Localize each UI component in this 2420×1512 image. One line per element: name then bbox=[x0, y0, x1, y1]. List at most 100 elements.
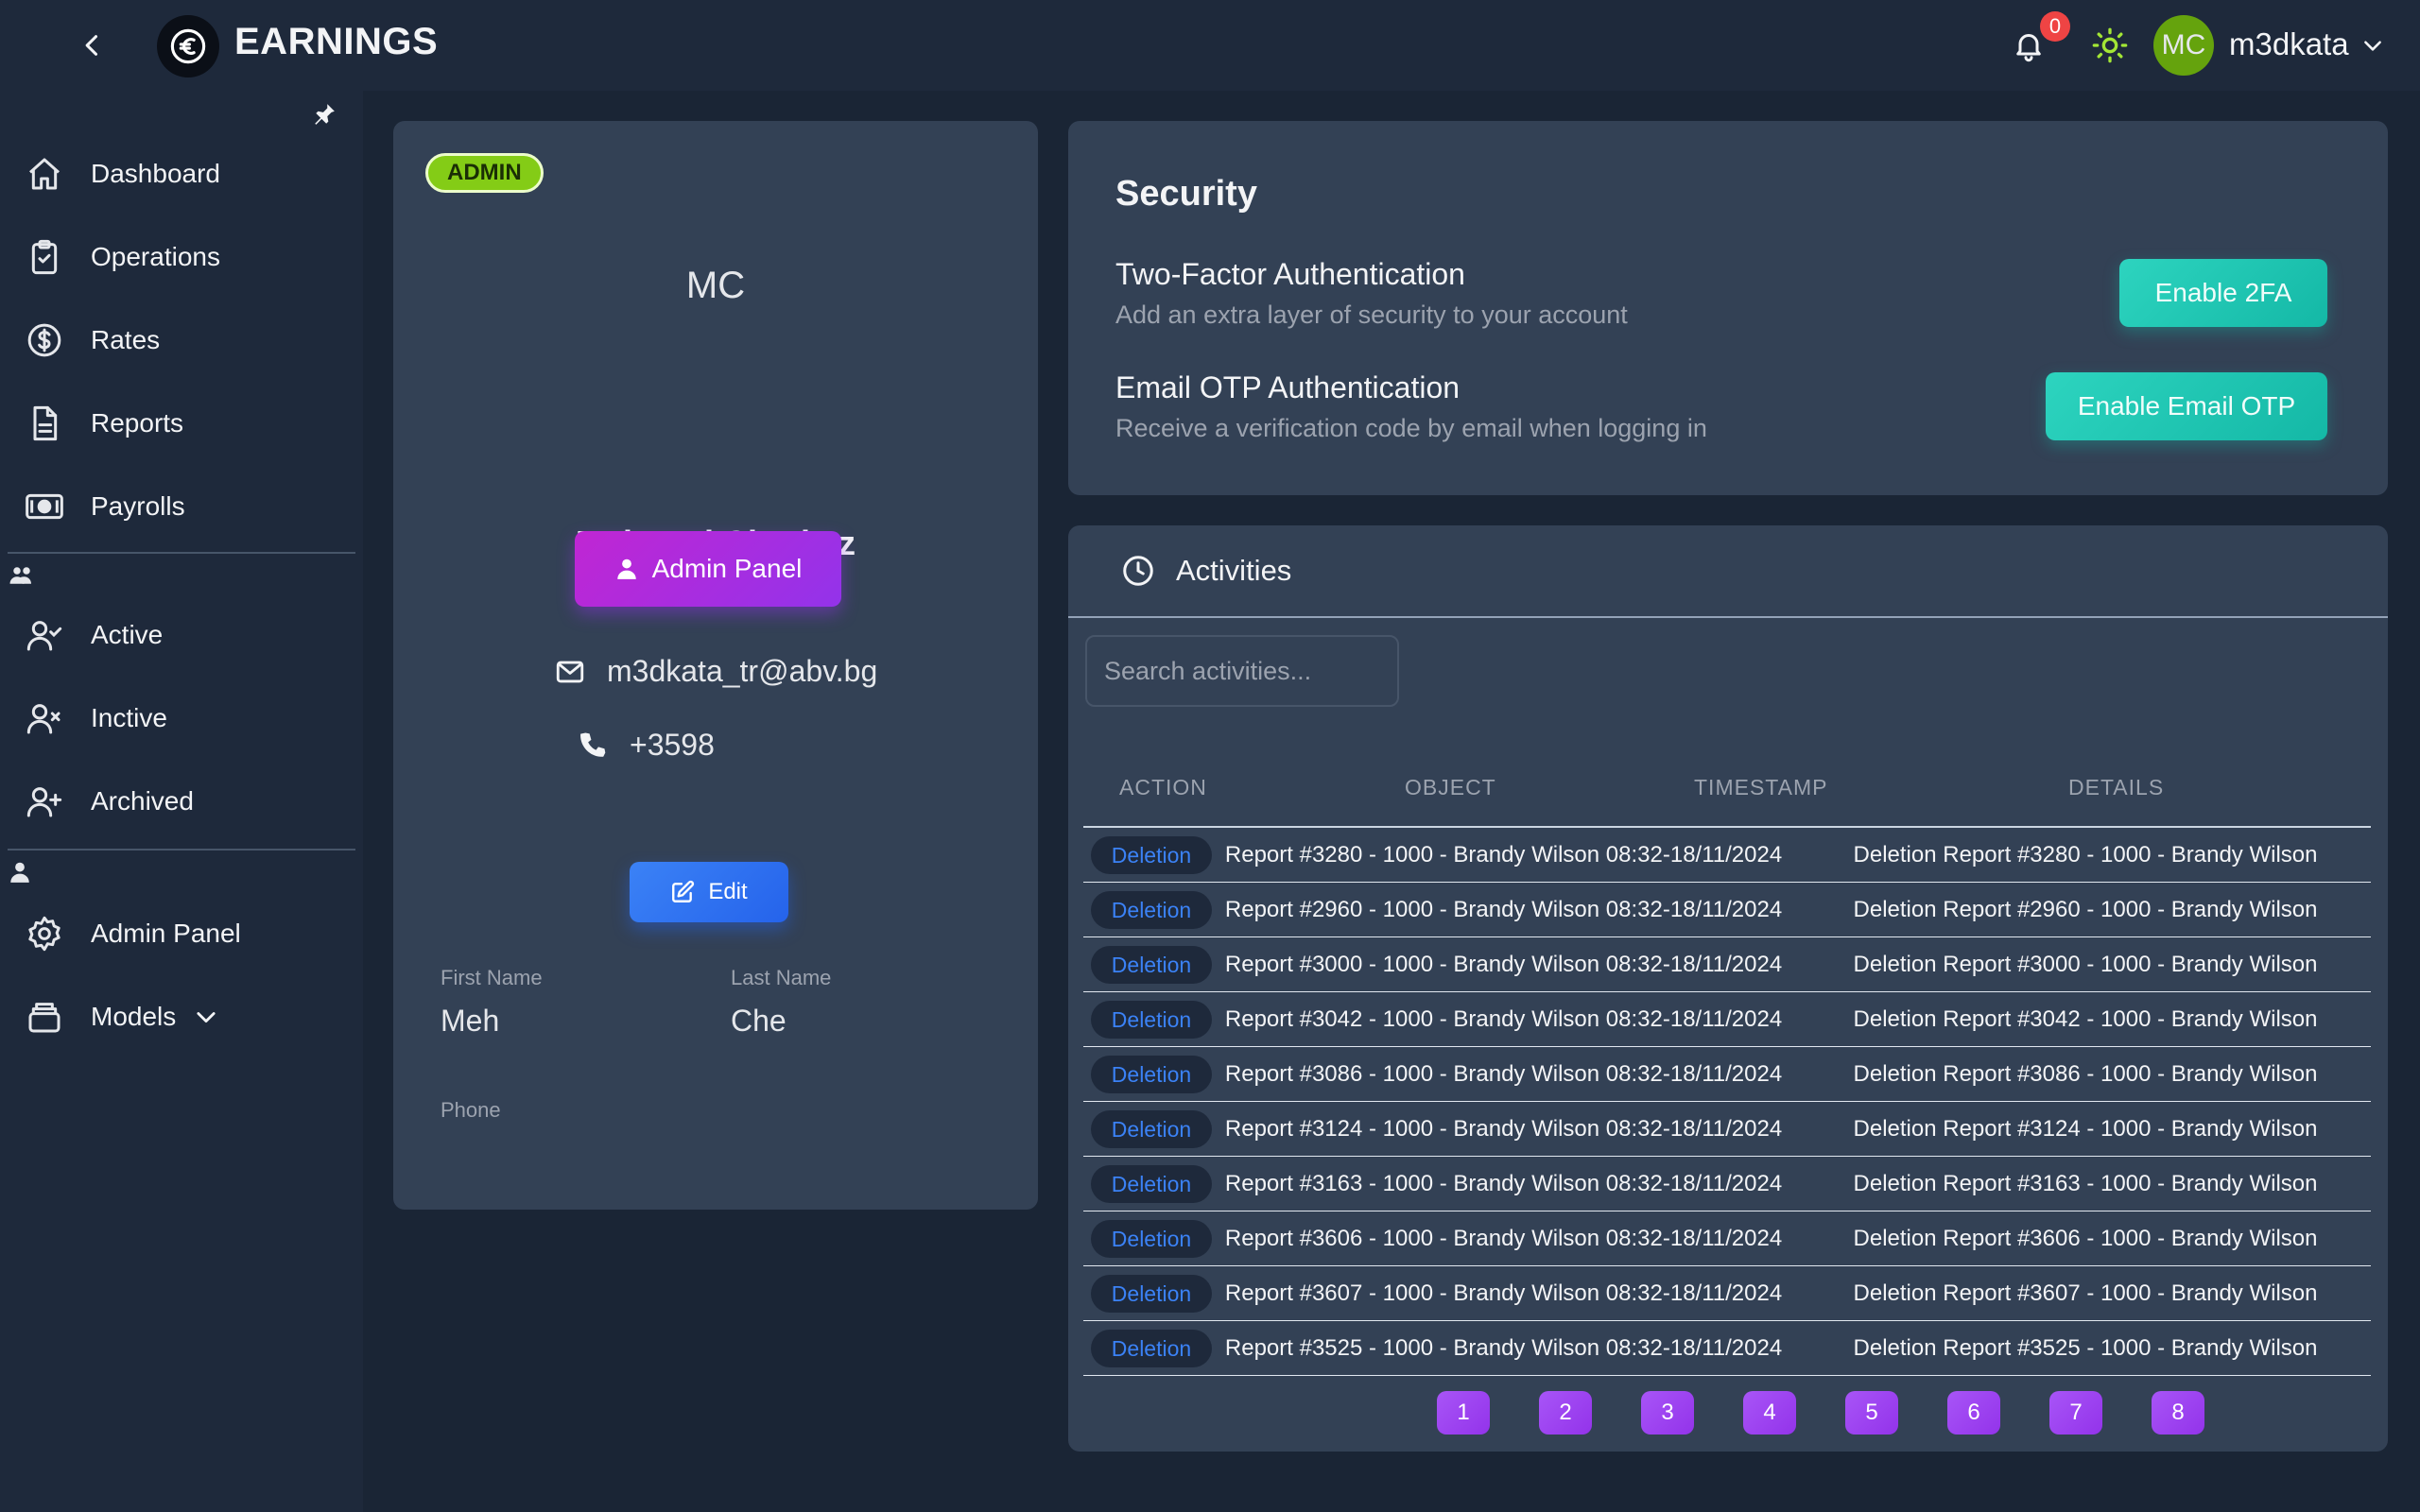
brand-logo[interactable] bbox=[157, 15, 219, 77]
table-row[interactable]: Deletion Report #3124 - 1000 - Brandy Wil… bbox=[1083, 1102, 2371, 1157]
sidebar-item-operations[interactable]: Operations bbox=[23, 229, 344, 285]
first-name-label: First Name bbox=[441, 966, 543, 989]
last-name-label: Last Name bbox=[731, 966, 832, 989]
action-badge: Deletion bbox=[1091, 1330, 1212, 1367]
user-menu-toggle[interactable] bbox=[2358, 30, 2388, 60]
table-row[interactable]: Deletion Report #3607 - 1000 - Brandy Wil… bbox=[1083, 1266, 2371, 1321]
username-label[interactable]: m3dkata bbox=[2229, 26, 2349, 62]
money-icon bbox=[23, 485, 66, 528]
phone-icon bbox=[580, 732, 606, 757]
user-icon bbox=[616, 558, 636, 579]
action-badge: Deletion bbox=[1091, 1220, 1212, 1258]
profile-initials: MC bbox=[685, 265, 746, 306]
enable-email-otp-button[interactable]: Enable Email OTP bbox=[2046, 372, 2327, 440]
details-cell: Deletion Report #3000 - 1000 - Brandy Wi… bbox=[1853, 952, 2318, 977]
phone-row: +3598 bbox=[577, 728, 715, 763]
sidebar-item-label: Reports bbox=[91, 408, 184, 438]
details-cell: Deletion Report #3163 - 1000 - Brandy Wi… bbox=[1853, 1171, 2318, 1196]
clock-icon bbox=[1121, 554, 1157, 590]
users-group-icon bbox=[8, 561, 38, 592]
sidebar-item-label: Payrolls bbox=[91, 491, 185, 521]
admin-panel-button[interactable]: Admin Panel bbox=[575, 531, 841, 607]
chevron-down-icon bbox=[193, 1004, 219, 1030]
action-cell: Deletion bbox=[1083, 1157, 1219, 1211]
profile-email: m3dkata_tr@abv.bg bbox=[607, 654, 878, 688]
top-bar: EARNINGS 0 MC m3dkata bbox=[0, 0, 2420, 91]
action-badge: Deletion bbox=[1091, 1056, 1212, 1093]
mail-icon bbox=[556, 661, 584, 682]
object-cell: Report #3163 - 1000 - Brandy Wilson bbox=[1224, 1171, 1600, 1196]
first-name-value: Meh bbox=[441, 1004, 500, 1038]
table-row[interactable]: Deletion Report #3042 - 1000 - Brandy Wil… bbox=[1083, 992, 2371, 1047]
security-title: Security bbox=[1115, 174, 1257, 214]
profile-card: ADMIN MC Mehmed Cherkez Staff Admin Pane… bbox=[393, 121, 1038, 1210]
action-badge: Deletion bbox=[1091, 1001, 1212, 1039]
sidebar-item-archived[interactable]: Archived bbox=[23, 773, 344, 830]
action-cell: Deletion bbox=[1083, 1211, 1219, 1266]
table-row[interactable]: Deletion Report #3000 - 1000 - Brandy Wil… bbox=[1083, 937, 2371, 992]
page-button[interactable]: 8 bbox=[2152, 1391, 2204, 1435]
action-badge: Deletion bbox=[1091, 891, 1212, 929]
table-row[interactable]: Deletion Report #3525 - 1000 - Brandy Wil… bbox=[1083, 1321, 2371, 1376]
phone-label: Phone bbox=[441, 1098, 501, 1122]
page-button[interactable]: 3 bbox=[1641, 1391, 1694, 1435]
action-badge: Deletion bbox=[1091, 1110, 1212, 1148]
sidebar-item-payrolls[interactable]: Payrolls bbox=[23, 478, 344, 535]
timestamp-cell: 08:32-18/11/2024 bbox=[1605, 1171, 1783, 1196]
object-cell: Report #3124 - 1000 - Brandy Wilson bbox=[1224, 1116, 1600, 1142]
details-cell: Deletion Report #3280 - 1000 - Brandy Wi… bbox=[1853, 842, 2318, 868]
object-cell: Report #3086 - 1000 - Brandy Wilson bbox=[1224, 1061, 1600, 1087]
object-cell: Report #3525 - 1000 - Brandy Wilson bbox=[1224, 1335, 1600, 1361]
action-cell: Deletion bbox=[1083, 1266, 1219, 1321]
page-button[interactable]: 4 bbox=[1743, 1391, 1796, 1435]
column-header-timestamp[interactable]: TIMESTAMP bbox=[1694, 775, 1827, 800]
back-button[interactable] bbox=[74, 26, 112, 64]
action-badge: Deletion bbox=[1091, 1275, 1212, 1313]
security-card: Security Two-Factor Authentication Add a… bbox=[1068, 121, 2388, 495]
last-name-value: Che bbox=[731, 1004, 786, 1038]
pin-sidebar-button[interactable] bbox=[312, 102, 340, 130]
table-row[interactable]: Deletion Report #3606 - 1000 - Brandy Wil… bbox=[1083, 1211, 2371, 1266]
activities-header: Activities bbox=[1068, 525, 2388, 618]
page-button[interactable]: 2 bbox=[1539, 1391, 1592, 1435]
column-header-action[interactable]: ACTION bbox=[1119, 775, 1207, 800]
theme-toggle-button[interactable] bbox=[2089, 25, 2131, 66]
sidebar-item-label: Rates bbox=[91, 325, 161, 354]
table-row[interactable]: Deletion Report #3280 - 1000 - Brandy Wil… bbox=[1083, 828, 2371, 883]
page-button[interactable]: 1 bbox=[1437, 1391, 1490, 1435]
column-header-object[interactable]: OBJECT bbox=[1405, 775, 1496, 800]
search-activities-input[interactable] bbox=[1085, 635, 1399, 707]
table-row[interactable]: Deletion Report #3086 - 1000 - Brandy Wil… bbox=[1083, 1047, 2371, 1102]
sidebar-item-active[interactable]: Active bbox=[23, 607, 344, 663]
object-cell: Report #3042 - 1000 - Brandy Wilson bbox=[1224, 1006, 1600, 1032]
page-button[interactable]: 6 bbox=[1947, 1391, 2000, 1435]
sidebar-item-reports[interactable]: Reports bbox=[23, 395, 344, 452]
user-avatar[interactable]: MC bbox=[2153, 15, 2214, 76]
euro-coin-icon bbox=[170, 28, 206, 64]
sidebar-item-label: Dashboard bbox=[91, 159, 220, 188]
sidebar-divider bbox=[8, 552, 355, 554]
page-button[interactable]: 5 bbox=[1845, 1391, 1898, 1435]
email-otp-description: Receive a verification code by email whe… bbox=[1115, 414, 1707, 442]
enable-2fa-button[interactable]: Enable 2FA bbox=[2119, 259, 2327, 327]
sidebar-item-label: Active bbox=[91, 620, 164, 649]
pin-icon bbox=[315, 104, 335, 125]
table-row[interactable]: Deletion Report #2960 - 1000 - Brandy Wil… bbox=[1083, 883, 2371, 937]
two-factor-title: Two-Factor Authentication bbox=[1115, 257, 1465, 291]
sidebar-item-admin-panel[interactable]: Admin Panel bbox=[23, 905, 344, 962]
object-cell: Report #3606 - 1000 - Brandy Wilson bbox=[1224, 1226, 1600, 1251]
table-row[interactable]: Deletion Report #3163 - 1000 - Brandy Wil… bbox=[1083, 1157, 2371, 1211]
sidebar-item-dashboard[interactable]: Dashboard bbox=[23, 146, 344, 202]
sidebar-item-models[interactable]: Models bbox=[23, 988, 344, 1045]
page-button[interactable]: 7 bbox=[2049, 1391, 2102, 1435]
action-cell: Deletion bbox=[1083, 992, 1219, 1047]
sidebar-item-inactive[interactable]: Inctive bbox=[23, 690, 344, 747]
edit-profile-button[interactable]: Edit bbox=[630, 862, 788, 922]
object-cell: Report #3607 - 1000 - Brandy Wilson bbox=[1224, 1280, 1600, 1306]
sidebar-item-rates[interactable]: Rates bbox=[23, 312, 344, 369]
activities-card: Activities ACTION OBJECT TIMESTAMP DETAI… bbox=[1068, 525, 2388, 1452]
action-cell: Deletion bbox=[1083, 828, 1219, 883]
brand-title: EARNINGS bbox=[234, 21, 439, 62]
details-cell: Deletion Report #3124 - 1000 - Brandy Wi… bbox=[1853, 1116, 2318, 1142]
column-header-details[interactable]: DETAILS bbox=[2068, 775, 2164, 800]
